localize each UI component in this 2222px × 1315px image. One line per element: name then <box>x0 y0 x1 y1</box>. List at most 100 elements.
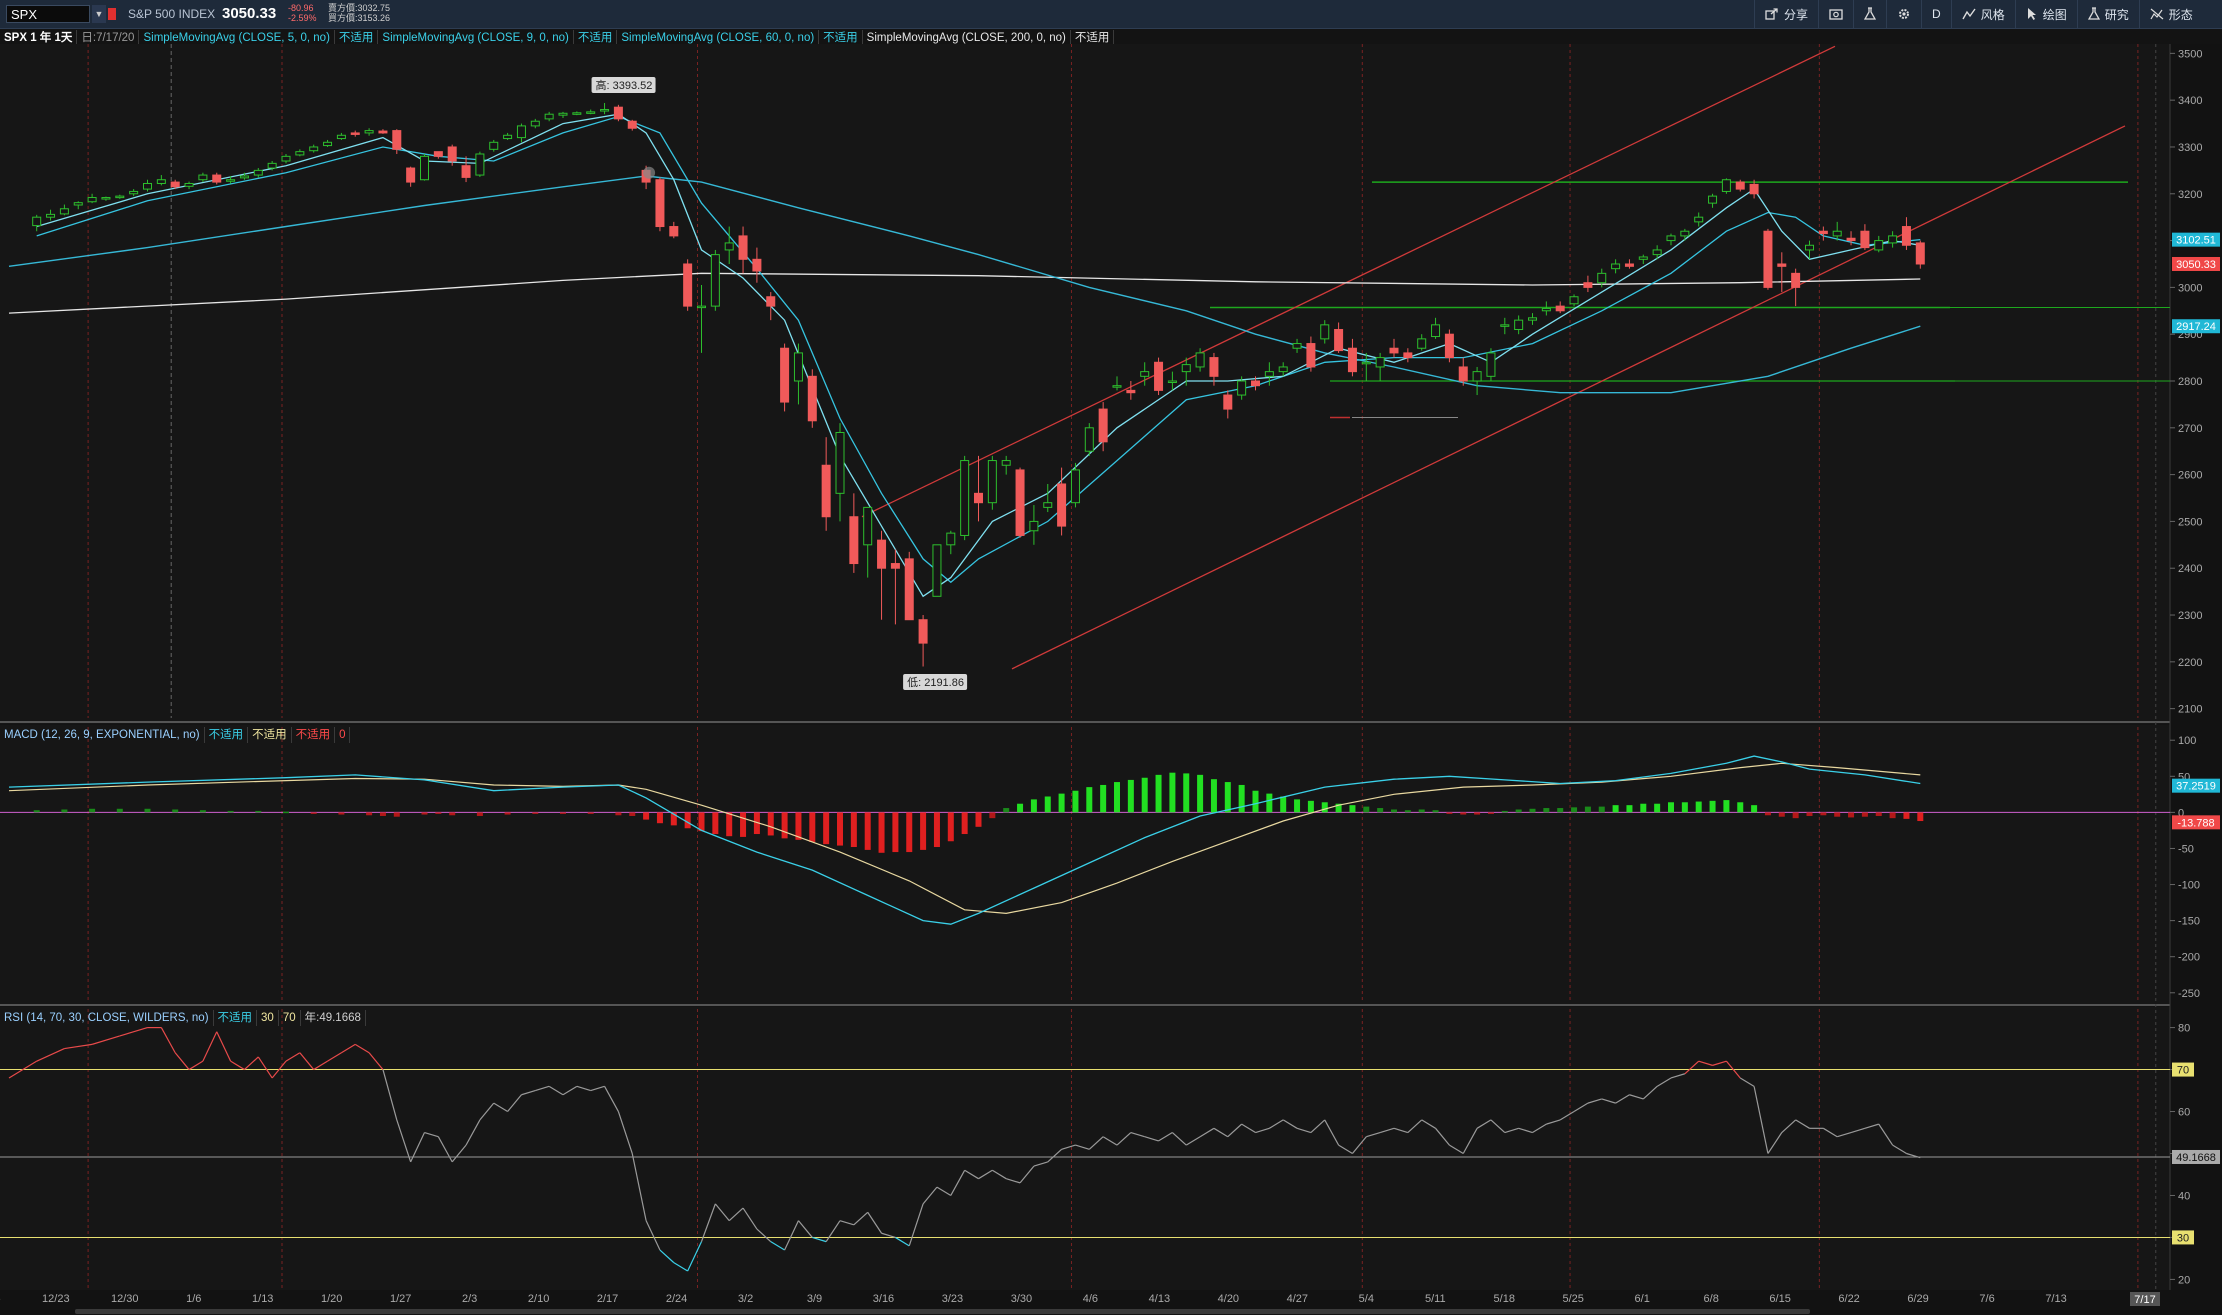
candle-body <box>1541 307 1551 312</box>
candle-body <box>1167 380 1177 383</box>
candle-body <box>143 182 152 190</box>
macd-histogram-bar <box>906 812 913 853</box>
candle-body <box>420 155 429 181</box>
candle-body <box>392 130 402 150</box>
macd-histogram-bar <box>1307 800 1314 813</box>
macd-diff: 不适用 <box>292 727 336 743</box>
candle-body <box>1154 361 1164 391</box>
macd-histogram-bar <box>837 812 843 846</box>
candle-body <box>364 130 374 134</box>
macd-histogram-bar <box>975 812 982 827</box>
date-tick-label: 1/20 <box>321 1293 342 1305</box>
rsi-na: 不适用 <box>214 1010 258 1026</box>
candle-body <box>1901 226 1911 246</box>
price-tick-label: 2500 <box>2178 516 2202 528</box>
macd-histogram-bar <box>1681 802 1688 813</box>
macd-histogram-bar <box>421 812 428 815</box>
candle-body <box>1818 230 1828 235</box>
macd-histogram-bar <box>1917 812 1924 822</box>
macd-histogram-bar <box>1668 802 1674 813</box>
candle-body <box>793 352 803 382</box>
macd-histogram-bar <box>989 812 996 819</box>
chart-canvas[interactable]: 3500340033003200310030002900280027002600… <box>0 0 2222 1315</box>
macd-histogram-bar <box>1086 787 1093 813</box>
candle <box>1486 348 1496 381</box>
candle-body <box>1320 324 1330 340</box>
candle <box>987 455 997 510</box>
macd-histogram-bar <box>1377 808 1384 813</box>
candle-body <box>1389 347 1399 354</box>
macd-histogram-bar <box>878 812 885 853</box>
candle-body <box>226 179 236 182</box>
date-tick-label: 3/2 <box>738 1293 753 1305</box>
macd-tick-label: -150 <box>2178 916 2200 928</box>
candle-body <box>336 134 346 140</box>
candle-body <box>1694 216 1704 223</box>
macd-histogram-bar <box>1460 812 1467 815</box>
candle-body <box>655 179 665 228</box>
candle-body <box>1846 237 1856 242</box>
macd-histogram-bar <box>656 812 663 824</box>
candle-body <box>1500 324 1510 327</box>
macd-histogram-bar <box>89 808 96 813</box>
date-tick-label: 6/22 <box>1838 1293 1859 1305</box>
date-tick-label: 7/13 <box>2045 1293 2066 1305</box>
candle-body <box>281 155 291 162</box>
rsi-tick-label: 60 <box>2178 1107 2190 1119</box>
candle-body <box>1528 317 1537 321</box>
high-callout-label: 高: 3393.52 <box>596 78 653 92</box>
macd-histogram-bar <box>1654 803 1661 813</box>
macd-tick-label: -250 <box>2178 988 2200 1000</box>
macd-tick-label: -100 <box>2178 880 2200 892</box>
candle-body <box>558 112 568 116</box>
candle-body <box>1735 181 1745 190</box>
rsi-os-badge-label: 30 <box>2177 1232 2189 1244</box>
macd-histogram-bar <box>767 812 774 836</box>
candle <box>1763 228 1773 290</box>
macd-histogram-bar <box>823 812 830 845</box>
date-tick-label: 1/27 <box>390 1293 411 1305</box>
scrollbar <box>75 1309 1810 1314</box>
macd-study-label[interactable]: MACD (12, 26, 9, EXPONENTIAL, no) <box>0 727 205 743</box>
candle <box>475 151 485 177</box>
macd-histogram-bar <box>1321 802 1328 813</box>
low-callout-label: 低: 2191.86 <box>907 676 964 689</box>
candle-body <box>1140 371 1150 377</box>
macd-histogram-bar <box>1058 793 1065 813</box>
macd-legend: MACD (12, 26, 9, EXPONENTIAL, no) 不适用 不适… <box>0 726 400 744</box>
candle-body <box>974 492 983 504</box>
macd-histogram-bar <box>366 812 373 816</box>
candle-body <box>627 120 637 129</box>
macd-histogram-bar <box>227 810 234 813</box>
rsi-os: 30 <box>257 1010 279 1026</box>
candle-body <box>1347 347 1357 373</box>
date-tick-label: 4/6 <box>1083 1293 1098 1305</box>
highlight-dot <box>643 166 656 179</box>
macd-histogram-bar <box>379 812 386 816</box>
candle-body <box>309 146 319 152</box>
macd-histogram-bar <box>255 810 262 813</box>
macd-histogram-bar <box>1169 772 1176 813</box>
candle <box>613 104 623 122</box>
price-tick-label: 2100 <box>2178 704 2202 716</box>
macd-histogram-bar <box>144 808 151 813</box>
candle-body <box>586 111 596 114</box>
macd-histogram-bar <box>1030 799 1037 813</box>
rsi-study-label[interactable]: RSI (14, 70, 30, CLOSE, WILDERS, no) <box>0 1010 214 1026</box>
candle-body <box>1832 230 1842 237</box>
macd-histogram-bar <box>1903 812 1910 819</box>
candle-body <box>1624 263 1634 267</box>
last-price-badge-label: 3050.33 <box>2176 259 2216 271</box>
candle-body <box>1860 230 1870 249</box>
macd-histogram-bar <box>1806 812 1813 816</box>
price-tick-label: 2300 <box>2178 610 2202 622</box>
candle <box>904 551 914 621</box>
candle-body <box>849 516 859 565</box>
macd-histogram-bar <box>1875 812 1882 816</box>
macd-diff-badge-label: -13.788 <box>2177 817 2214 829</box>
candle <box>1915 240 1925 269</box>
macd-histogram-bar <box>1446 812 1453 814</box>
candle-body <box>1001 460 1011 466</box>
candle-body <box>890 563 900 569</box>
macd-histogram-bar <box>1751 805 1758 813</box>
